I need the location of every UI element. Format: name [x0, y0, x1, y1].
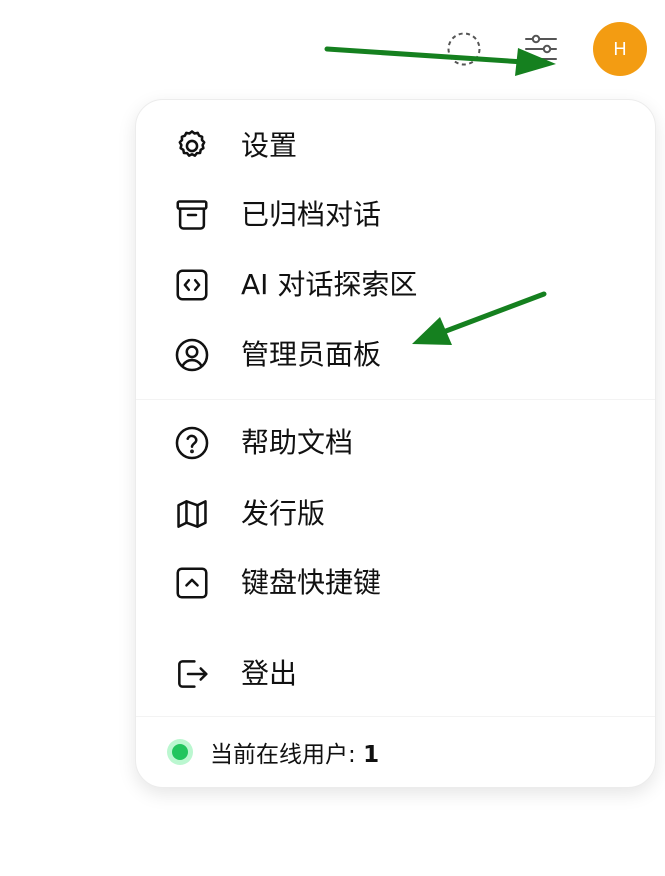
- online-users-label: 当前在线用户:: [210, 742, 364, 768]
- code-icon: [173, 266, 211, 304]
- user-avatar-button[interactable]: H: [593, 22, 647, 76]
- gear-icon: [173, 127, 211, 165]
- online-status-dot: [167, 739, 193, 765]
- dashed-circle-icon: [447, 32, 481, 66]
- online-users-count: 1: [363, 742, 380, 768]
- menu-item-label: 发行版: [241, 497, 326, 530]
- annotation-arrow-line: [324, 46, 527, 65]
- menu-item-label: AI 对话探索区: [241, 268, 418, 301]
- question-circle-icon: [173, 424, 211, 462]
- menu-item-label: 帮助文档: [241, 426, 354, 459]
- sliders-icon: [525, 34, 557, 60]
- menu-divider: [136, 716, 655, 717]
- chat-controls-button[interactable]: [522, 31, 560, 67]
- keyboard-chevron-icon: [173, 564, 211, 602]
- menu-item-settings[interactable]: 设置: [136, 116, 655, 176]
- online-users-status: 当前在线用户: 1: [136, 722, 655, 782]
- temporary-chat-button[interactable]: [446, 31, 482, 67]
- archive-icon: [173, 196, 211, 234]
- sign-out-icon: [173, 655, 211, 693]
- menu-item-releases[interactable]: 发行版: [136, 484, 655, 544]
- menu-item-label: 已归档对话: [241, 198, 382, 231]
- menu-item-label: 键盘快捷键: [241, 566, 382, 599]
- menu-item-label: 设置: [241, 129, 298, 162]
- user-menu: 设置 已归档对话 AI 对话探索区 管理员面板 帮助文档 发行版 键盘快捷键 登…: [135, 99, 656, 788]
- menu-item-label: 管理员面板: [241, 338, 382, 371]
- map-icon: [173, 495, 211, 533]
- menu-item-playground[interactable]: AI 对话探索区: [136, 255, 655, 315]
- online-users-text: 当前在线用户: 1: [210, 735, 379, 769]
- menu-item-documentation[interactable]: 帮助文档: [136, 413, 655, 473]
- menu-item-admin-panel[interactable]: 管理员面板: [136, 325, 655, 385]
- menu-item-sign-out[interactable]: 登出: [136, 644, 655, 704]
- user-circle-icon: [173, 336, 211, 374]
- menu-item-label: 登出: [241, 657, 298, 690]
- avatar-initial: H: [613, 38, 627, 59]
- menu-item-archived-chats[interactable]: 已归档对话: [136, 185, 655, 245]
- menu-divider: [136, 399, 655, 400]
- menu-item-keyboard-shortcuts[interactable]: 键盘快捷键: [136, 553, 655, 613]
